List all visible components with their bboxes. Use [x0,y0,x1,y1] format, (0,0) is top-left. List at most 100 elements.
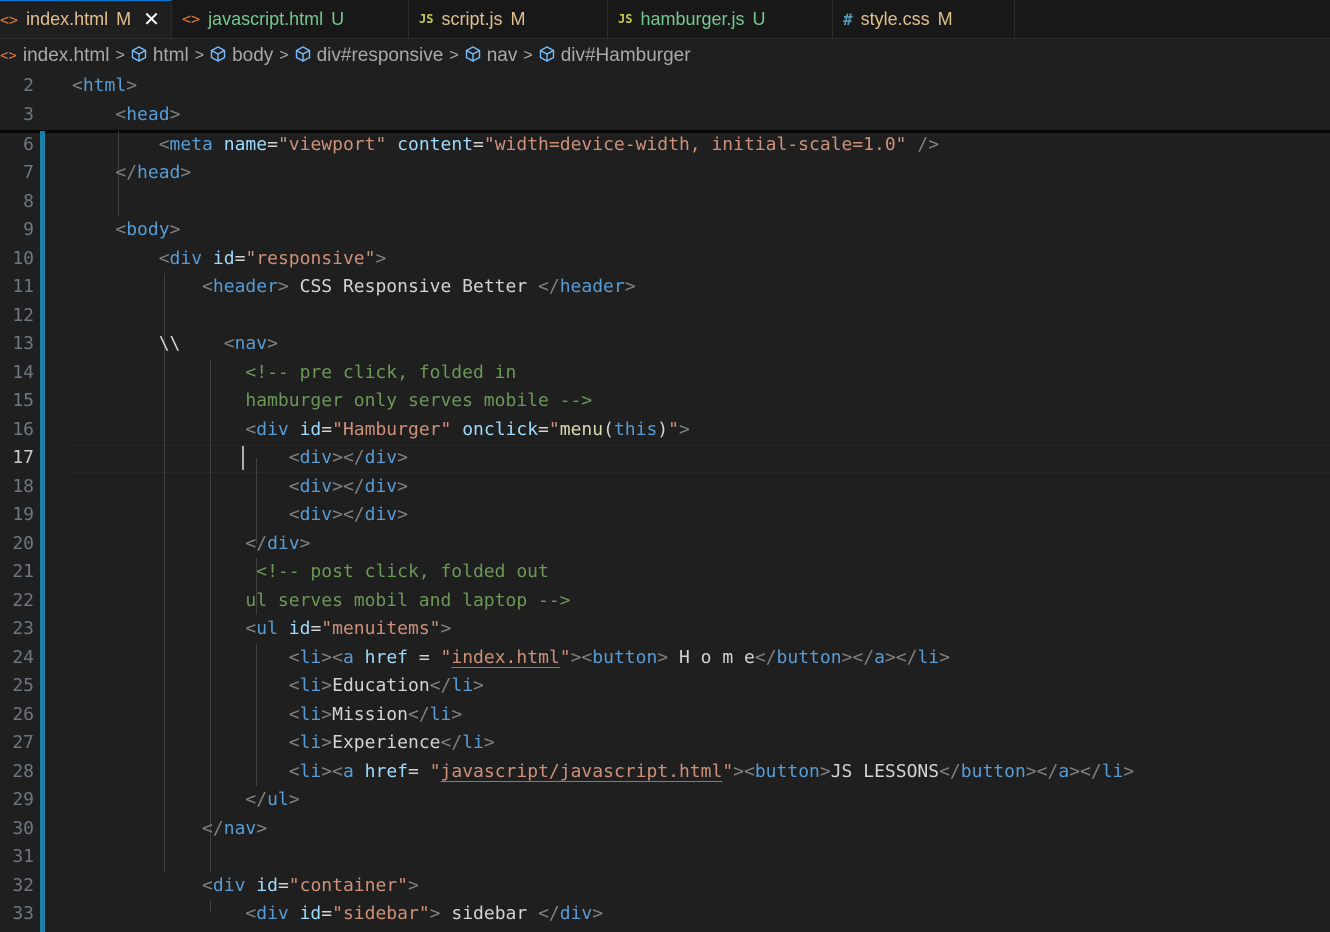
code-token: > [939,647,950,668]
code-token: JS LESSONS [830,761,940,782]
code-token: button [960,761,1026,782]
code-token: > [169,219,181,240]
code-line[interactable]: 24 <li><a href = "index.html"><button> H… [0,644,1330,672]
code-line[interactable]: 9 <body> [0,216,1330,244]
tab-javascript-html[interactable]: <> javascript.html U [172,0,409,38]
code-line[interactable]: 32 <div id="container"> [0,872,1330,900]
code-token: head [126,104,170,125]
code-token: CSS Responsive Better [288,276,539,297]
code-line[interactable]: 11 <header> CSS Responsive Better </head… [0,273,1330,301]
code-token: " [668,419,679,440]
code-line[interactable]: 33 <div id="sidebar"> sidebar </div> [0,900,1330,928]
code-token: meta [169,134,213,155]
code-token: </ [115,162,138,183]
code-line[interactable]: 30 </nav> [0,815,1330,843]
tab-style-css[interactable]: # style.css M [833,0,1015,38]
code-token: > [321,675,333,696]
code-line[interactable]: 16 <div id="Hamburger" onclick="menu(thi… [0,416,1330,444]
breadcrumb-item[interactable]: html [131,45,189,67]
code-token: = [310,618,322,639]
code-line[interactable]: 2 <html> [0,72,1330,100]
code-token: id [212,248,235,269]
code-token: div [299,447,333,468]
tab-index-html[interactable]: <> index.html M ✕ [0,0,172,38]
breadcrumb-item[interactable]: div#responsive [295,45,443,67]
code-token: < [288,732,300,753]
code-token: > [440,618,452,639]
breadcrumb-item[interactable]: body [210,45,273,67]
code-editor[interactable]: 2 <html> 3 <head> 6 <meta name="viewport" c… [0,72,1330,932]
code-token: < [288,504,300,525]
code-line[interactable]: 27 <li>Experience</li> [0,729,1330,757]
code-line[interactable]: 15 hamburger only serves mobile --> [0,387,1330,415]
line-code: <body> [72,216,180,244]
close-icon[interactable]: ✕ [143,7,160,32]
code-token: sidebar [440,903,539,924]
code-line[interactable]: 3 <head> [0,101,1330,129]
code-token: > [256,818,268,839]
tab-label: script.js [441,8,503,29]
line-number: 29 [12,789,34,810]
line-code: <li><a href= "javascript/javascript.html… [72,758,1134,786]
tab-hamburger-js[interactable]: JS hamburger.js U [608,0,833,38]
code-token: a [874,647,885,668]
code-line[interactable]: 17 <div></div> [0,444,1330,472]
code-line[interactable]: 25 <li>Education</li> [0,672,1330,700]
line-code: <header> CSS Responsive Better </header> [72,273,636,301]
breadcrumb-item[interactable]: <> index.html [0,45,109,67]
code-line[interactable]: 26 <li>Mission</li> [0,701,1330,729]
code-line[interactable]: 13 \\ <nav> [0,330,1330,358]
line-number: 17 [12,447,34,468]
code-line[interactable]: 21 <!-- post click, folded out [0,558,1330,586]
code-line[interactable]: 29 </ul> [0,786,1330,814]
code-token: li [299,704,322,725]
line-code: <head> [72,101,180,129]
code-line[interactable]: 23 <ul id="menuitems"> [0,615,1330,643]
line-code: <div id="responsive"> [72,245,387,273]
code-line[interactable]: 20 </div> [0,530,1330,558]
code-token: > [473,675,484,696]
code-token: < [115,219,127,240]
code-line[interactable]: 14 <!-- pre click, folded in [0,359,1330,387]
line-code: hamburger only serves mobile --> [72,387,592,415]
code-token: " [440,647,452,668]
code-token: < [72,75,83,96]
code-line[interactable]: 8 [0,188,1330,216]
tab-label: javascript.html [208,8,324,29]
code-line[interactable]: 12 [0,302,1330,330]
code-token: < [288,761,300,782]
code-line[interactable]: 19 <div></div> [0,501,1330,529]
code-line[interactable]: 28 <li><a href= "javascript/javascript.h… [0,758,1330,786]
code-token: id [299,903,322,924]
code-token: index.html [451,647,560,668]
code-line[interactable]: 22 ul serves mobil and laptop --> [0,587,1330,615]
code-line[interactable]: 10 <div id="responsive"> [0,245,1330,273]
code-line[interactable]: 7 </head> [0,159,1330,187]
code-token: > [169,104,181,125]
code-token: content [397,134,474,155]
breadcrumb-item[interactable]: div#Hamburger [539,45,691,67]
code-line[interactable]: 18 <div></div> [0,473,1330,501]
line-number: 18 [12,476,34,497]
code-token: div [256,419,289,440]
breadcrumb-item[interactable]: nav [465,45,517,67]
line-code: ul serves mobil and laptop --> [72,587,570,615]
line-number: 33 [12,903,34,924]
code-token: Education [332,675,430,696]
line-number: 21 [12,561,34,582]
code-line[interactable]: 6 <meta name="viewport" content="width=d… [0,131,1330,159]
code-token: ></ [332,447,365,468]
code-token: > [299,533,311,554]
code-line[interactable]: 31 [0,843,1330,871]
tab-script-js[interactable]: JS script.js M [409,0,608,38]
code-token: a [1058,761,1070,782]
code-token: button [754,761,820,782]
